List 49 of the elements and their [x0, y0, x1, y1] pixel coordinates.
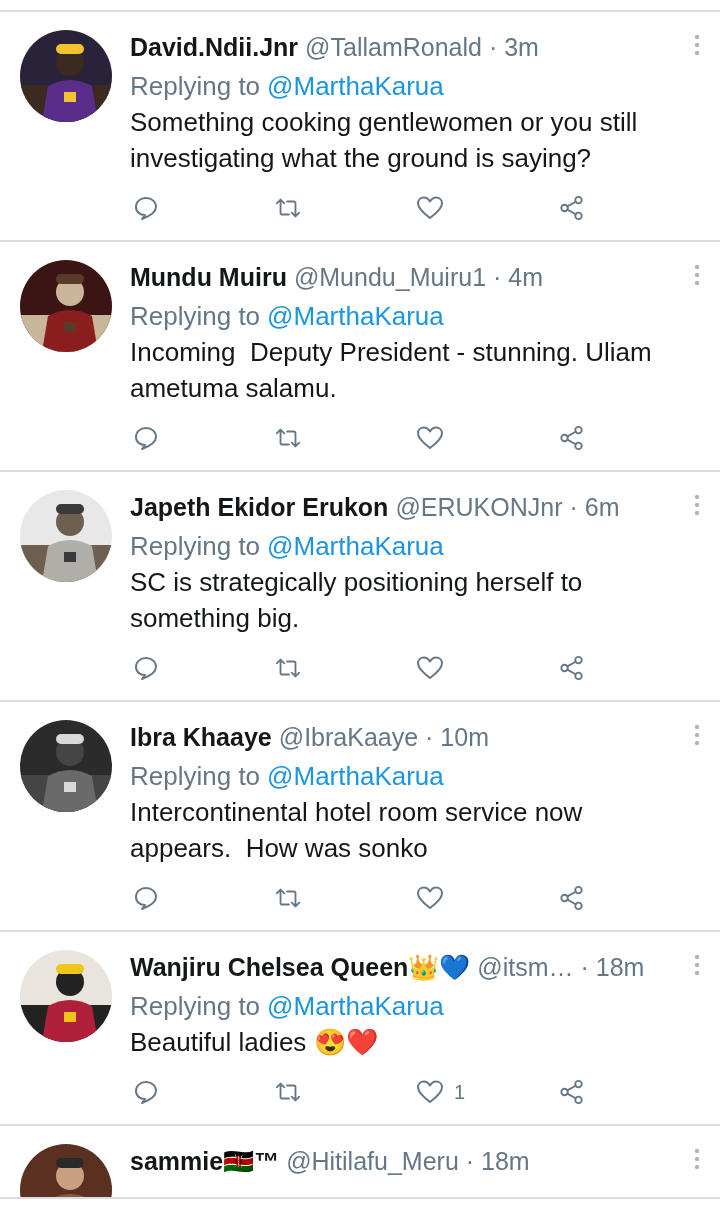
like-icon[interactable] [416, 885, 444, 911]
share-icon[interactable] [558, 655, 586, 681]
timestamp: · 3m [488, 32, 539, 63]
replying-label: Replying to [130, 990, 261, 1023]
timestamp: · 6m [569, 492, 620, 523]
timestamp: · 18m [580, 952, 645, 983]
user-name[interactable]: sammie🇰🇪™ [130, 1144, 280, 1178]
user-handle[interactable]: @IbraKaaye [278, 720, 419, 754]
timestamp: · 10m [425, 722, 489, 753]
user-handle[interactable]: @TallamRonald [305, 30, 482, 64]
reply-icon[interactable] [132, 195, 160, 221]
like-icon[interactable] [416, 195, 444, 221]
user-name[interactable]: Mundu Muiru [130, 260, 287, 294]
replying-label: Replying to [130, 70, 261, 103]
replying-label: Replying to [130, 530, 261, 563]
tweet-text: Incoming Deputy President - stunning. Uliam ametuma salamu. [130, 336, 653, 405]
like-icon[interactable] [416, 655, 444, 681]
timestamp: · 4m [493, 262, 544, 293]
tweet-text: Intercontinental hotel room service now appears. How was sonko [130, 796, 584, 865]
user-name[interactable]: Wanjiru Chelsea Queen👑💙 [130, 950, 471, 984]
user-name[interactable]: Japeth Ekidor Erukon [130, 490, 389, 524]
reply-icon[interactable] [132, 425, 160, 451]
user-handle[interactable]: @Mundu_Muiru1 [293, 260, 487, 294]
reply-icon[interactable] [132, 885, 160, 911]
user-name[interactable]: Ibra Khaaye [130, 720, 272, 754]
mention-link[interactable]: @MarthaKarua [267, 988, 444, 1024]
user-name[interactable]: David.Ndii.Jnr [130, 30, 299, 64]
tweet-text: SC is strategically positioning herself to something big. [130, 566, 584, 635]
share-icon[interactable] [558, 1079, 586, 1105]
tweet-text: Something cooking gentlewomen or you still investigating what the ground is saying? [130, 106, 639, 175]
like-icon[interactable] [416, 1079, 444, 1105]
mention-link[interactable]: @MarthaKarua [267, 528, 444, 564]
like-count: 1 [454, 1080, 466, 1104]
tweet-text: Beautiful ladies 😍❤ [130, 1026, 379, 1059]
replying-label: Replying to [130, 760, 261, 793]
user-handle[interactable]: @Hitilafu_Meru [286, 1144, 459, 1178]
mention-link[interactable]: @MarthaKarua [267, 758, 444, 794]
mention-link[interactable]: @MarthaKarua [267, 298, 444, 334]
share-icon[interactable] [558, 425, 586, 451]
like-icon[interactable] [416, 425, 444, 451]
reply-icon[interactable] [132, 1079, 160, 1105]
share-icon[interactable] [558, 885, 586, 911]
user-handle[interactable]: @ERUKONJnr [395, 490, 563, 524]
timestamp: · 18m [465, 1146, 530, 1177]
replying-label: Replying to [130, 300, 261, 333]
share-icon[interactable] [558, 195, 586, 221]
mention-link[interactable]: @MarthaKarua [267, 68, 444, 104]
user-handle[interactable]: @itsm… [477, 950, 574, 984]
reply-icon[interactable] [132, 655, 160, 681]
